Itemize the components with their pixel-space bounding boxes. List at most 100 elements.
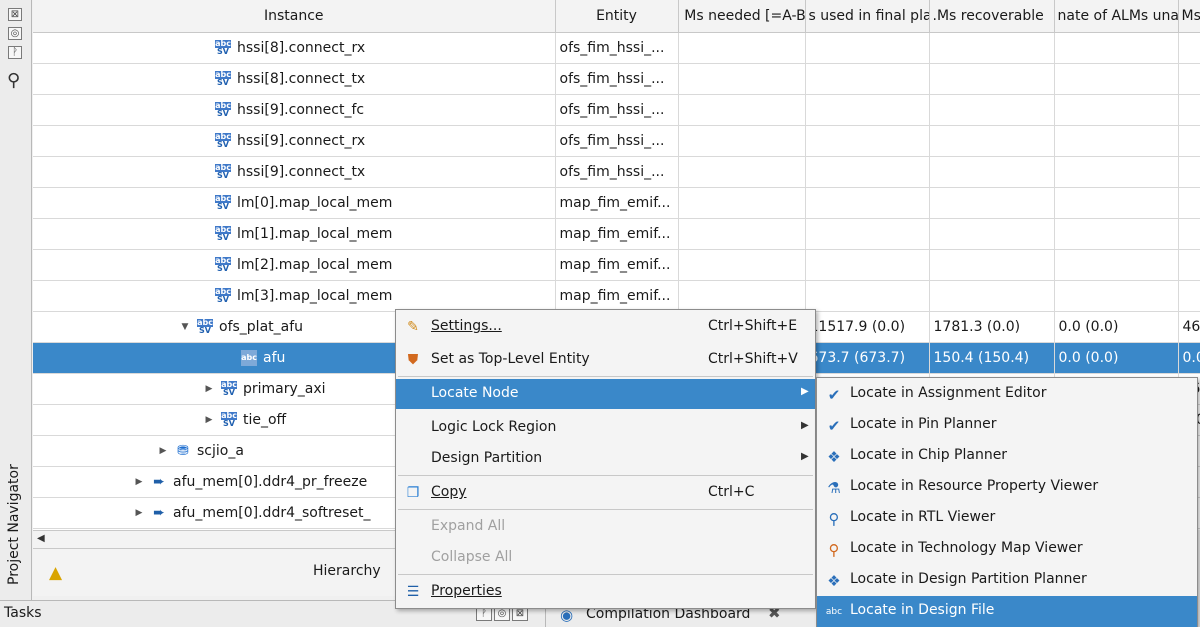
menu-item-set-top-level[interactable]: ⛊ Set as Top-Level Entity Ctrl+Shift+V [396,345,815,375]
value-cell [929,156,1055,188]
value-cell [1054,94,1179,126]
scroll-left-icon[interactable]: ◀ [37,533,45,544]
collapse-arrow-icon[interactable]: ▼ [179,322,191,332]
submenu-arrow-icon: ▶ [801,451,809,462]
table-row[interactable]: abc SV hssi[9].connect_tx ofs_fim_hssi_... [33,156,1200,188]
submenu-item-locate-in-design-file[interactable]: abc Locate in Design File [817,596,1197,627]
table-row[interactable]: abc SV hssi[8].connect_rx ofs_fim_hssi_... [33,32,1200,64]
table-row[interactable]: abc SV lm[1].map_local_mem map_fim_emif... [33,218,1200,250]
value-cell [678,187,806,219]
value-cell: 1781.3 (0.0) [929,311,1055,343]
value-cell [1054,218,1179,250]
table-row[interactable]: abc SV lm[2].map_local_mem map_fim_emif... [33,249,1200,281]
column-header-instance[interactable]: Instance [33,0,556,33]
menu-item-design-partition[interactable]: Design Partition ▶ [396,444,815,474]
submenu-item-label: Locate in Resource Property Viewer [850,478,1099,494]
menu-item-expand-all[interactable]: Expand All [396,512,815,542]
table-row[interactable]: abc SV hssi[8].connect_tx ofs_fim_hssi_... [33,63,1200,95]
instance-name: hssi[9].connect_tx [237,163,366,180]
value-cell [1178,280,1200,312]
submenu-item-label: Locate in Technology Map Viewer [850,540,1083,556]
submenu-arrow-icon: ▶ [801,386,809,397]
submenu-item-locate-in-chip-planner[interactable]: ❖ Locate in Chip Planner [817,441,1197,472]
pin-pane-icon[interactable]: ᚹ [8,46,22,59]
rtl-viewer-icon: ⚲ [828,510,840,528]
instance-name: lm[1].map_local_mem [237,225,393,242]
submenu-item-locate-in-resource-property-viewer[interactable]: ⚗ Locate in Resource Property Viewer [817,472,1197,503]
instance-name: hssi[9].connect_fc [237,101,365,118]
instance-name: hssi[8].connect_tx [237,70,366,87]
value-cell [1054,280,1179,312]
submenu-item-label: Locate in RTL Viewer [850,509,996,525]
hierarchy-tab[interactable]: ▲ Hierarchy [33,548,395,596]
instance-cell[interactable]: abc SV lm[0].map_local_mem [33,187,556,219]
column-header-entity[interactable]: Entity [555,0,679,33]
net-icon: ➨ [153,473,165,490]
expand-arrow-icon[interactable]: ▶ [133,508,145,518]
value-cell [678,63,806,95]
value-cell [929,63,1055,95]
menu-item-properties[interactable]: ☰ Properties [396,577,815,607]
table-row[interactable]: abc SV hssi[9].connect_rx ofs_fim_hssi_... [33,125,1200,157]
menu-item-collapse-all[interactable]: Collapse All [396,543,815,573]
menu-item-locate-node[interactable]: Locate Node ▶ [396,379,815,409]
resource-property-icon: ⚗ [827,479,841,497]
menu-item-label: Properties [431,583,502,599]
value-cell [1054,156,1179,188]
search-icon[interactable]: ⚲ [7,70,20,91]
instance-cell[interactable]: abc SV lm[3].map_local_mem [33,280,556,312]
verilog-entity-icon: abc SV [221,410,237,428]
value-cell [805,94,930,126]
value-cell [805,187,930,219]
table-row[interactable]: abc SV lm[3].map_local_mem map_fim_emif... [33,280,1200,312]
locate-node-submenu: ✔ Locate in Assignment Editor ✔ Locate in P… [816,377,1198,627]
menu-item-shortcut: Ctrl+Shift+E [708,318,798,334]
instance-cell[interactable]: abc SV hssi[9].connect_fc [33,94,556,126]
instance-cell[interactable]: abc SV lm[1].map_local_mem [33,218,556,250]
expand-arrow-icon[interactable]: ▶ [203,384,215,394]
table-row[interactable]: abc SV hssi[9].connect_fc ofs_fim_hssi_... [33,94,1200,126]
column-header-alms-needed[interactable]: Ms needed [=A-B [678,0,806,33]
instance-cell[interactable]: abc SV hssi[9].connect_tx [33,156,556,188]
submenu-item-locate-in-rtl-viewer[interactable]: ⚲ Locate in RTL Viewer [817,503,1197,534]
value-cell: 46 [1178,311,1200,343]
instance-name: ofs_plat_afu [219,318,304,335]
value-cell [1178,218,1200,250]
verilog-entity-icon: abc SV [215,255,231,273]
value-cell [929,187,1055,219]
instance-cell[interactable]: abc SV hssi[8].connect_tx [33,63,556,95]
submenu-item-locate-in-pin-planner[interactable]: ✔ Locate in Pin Planner [817,410,1197,441]
submenu-item-locate-in-design-partition-planner[interactable]: ❖ Locate in Design Partition Planner [817,565,1197,596]
expand-arrow-icon[interactable]: ▶ [157,446,169,456]
value-cell: 0.0 (0.0) [1054,311,1179,343]
value-cell [805,125,930,157]
submenu-item-locate-in-assignment-editor[interactable]: ✔ Locate in Assignment Editor [817,379,1197,410]
column-header-alms-unavailable[interactable]: nate of ALMs una [1054,0,1179,33]
submenu-item-locate-in-technology-map-viewer[interactable]: ⚲ Locate in Technology Map Viewer [817,534,1197,565]
net-icon: ➨ [153,504,165,521]
column-header-alms-used[interactable]: s used in final pla [805,0,930,33]
instance-cell[interactable]: abc SV hssi[9].connect_rx [33,125,556,157]
verilog-entity-icon: abc SV [215,286,231,304]
assignment-editor-icon: ✔ [827,386,841,404]
menu-item-settings[interactable]: ✎ Settings... Ctrl+Shift+E [396,312,815,342]
instance-cell[interactable]: abc SV hssi[8].connect_rx [33,32,556,64]
project-navigator-label[interactable]: Project Navigator [2,425,26,585]
instance-name: scjio_a [197,442,244,459]
instance-cell[interactable]: abc SV lm[2].map_local_mem [33,249,556,281]
table-row[interactable]: abc SV lm[0].map_local_mem map_fim_emif... [33,187,1200,219]
menu-item-logic-lock-region[interactable]: Logic Lock Region ▶ [396,413,815,443]
column-header-alms-recoverable[interactable]: .Ms recoverable [929,0,1055,33]
close-pane-icon[interactable]: ⊠ [8,8,22,21]
column-header-alms[interactable]: Ms [1178,0,1200,33]
menu-item-copy[interactable]: ❐ Copy Ctrl+C [396,478,815,508]
float-pane-icon[interactable]: ◎ [8,27,22,40]
verilog-entity-icon: abc SV [215,162,231,180]
properties-icon: ☰ [406,584,420,600]
horizontal-scrollbar[interactable]: ◀ [33,530,395,548]
menu-separator [398,509,813,510]
instance-name: afu_mem[0].ddr4_softreset_ [173,504,371,521]
expand-arrow-icon[interactable]: ▶ [133,477,145,487]
expand-arrow-icon[interactable]: ▶ [203,415,215,425]
menu-item-label: Copy [431,484,467,500]
